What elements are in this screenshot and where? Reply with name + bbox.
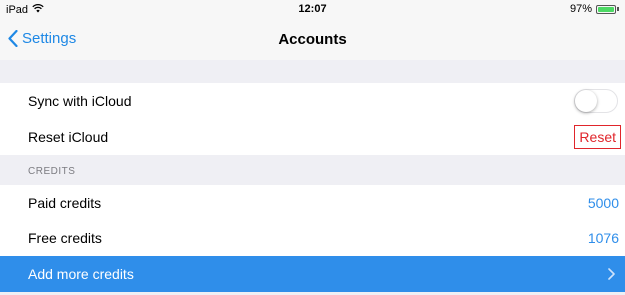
free-credits-value: 1076 — [587, 230, 619, 246]
credits-header-label: CREDITS — [28, 166, 76, 177]
status-bar: iPad 12:07 97% — [0, 0, 625, 20]
sync-icloud-row: Sync with iCloud — [0, 83, 625, 119]
battery-icon — [596, 4, 616, 14]
reset-button[interactable]: Reset — [574, 125, 621, 149]
toggle-knob — [575, 90, 597, 112]
sync-icloud-toggle[interactable] — [574, 89, 618, 113]
status-right: 97% — [570, 3, 619, 15]
free-credits-label: Free credits — [28, 230, 102, 246]
reset-icloud-label: Reset iCloud — [28, 129, 109, 145]
page-title: Accounts — [278, 31, 347, 48]
paid-credits-value: 5000 — [587, 195, 619, 211]
reset-icloud-row: Reset iCloud Reset — [0, 119, 625, 155]
battery-level — [598, 6, 614, 12]
battery-percentage: 97% — [569, 3, 592, 15]
status-time: 12:07 — [298, 3, 327, 15]
free-credits-row: Free credits 1076 — [0, 220, 625, 256]
chevron-right-icon — [608, 268, 615, 280]
add-more-credits-label: Add more credits — [28, 266, 134, 282]
sync-icloud-label: Sync with iCloud — [28, 93, 132, 109]
paid-credits-label: Paid credits — [28, 195, 102, 211]
paid-credits-row: Paid credits 5000 — [0, 185, 625, 221]
group-spacer — [0, 60, 625, 83]
battery-tip — [617, 7, 619, 11]
add-more-credits-button[interactable]: Add more credits — [0, 256, 625, 292]
credits-section-header: CREDITS — [0, 155, 625, 185]
navigation-bar: Settings Accounts — [0, 20, 625, 60]
